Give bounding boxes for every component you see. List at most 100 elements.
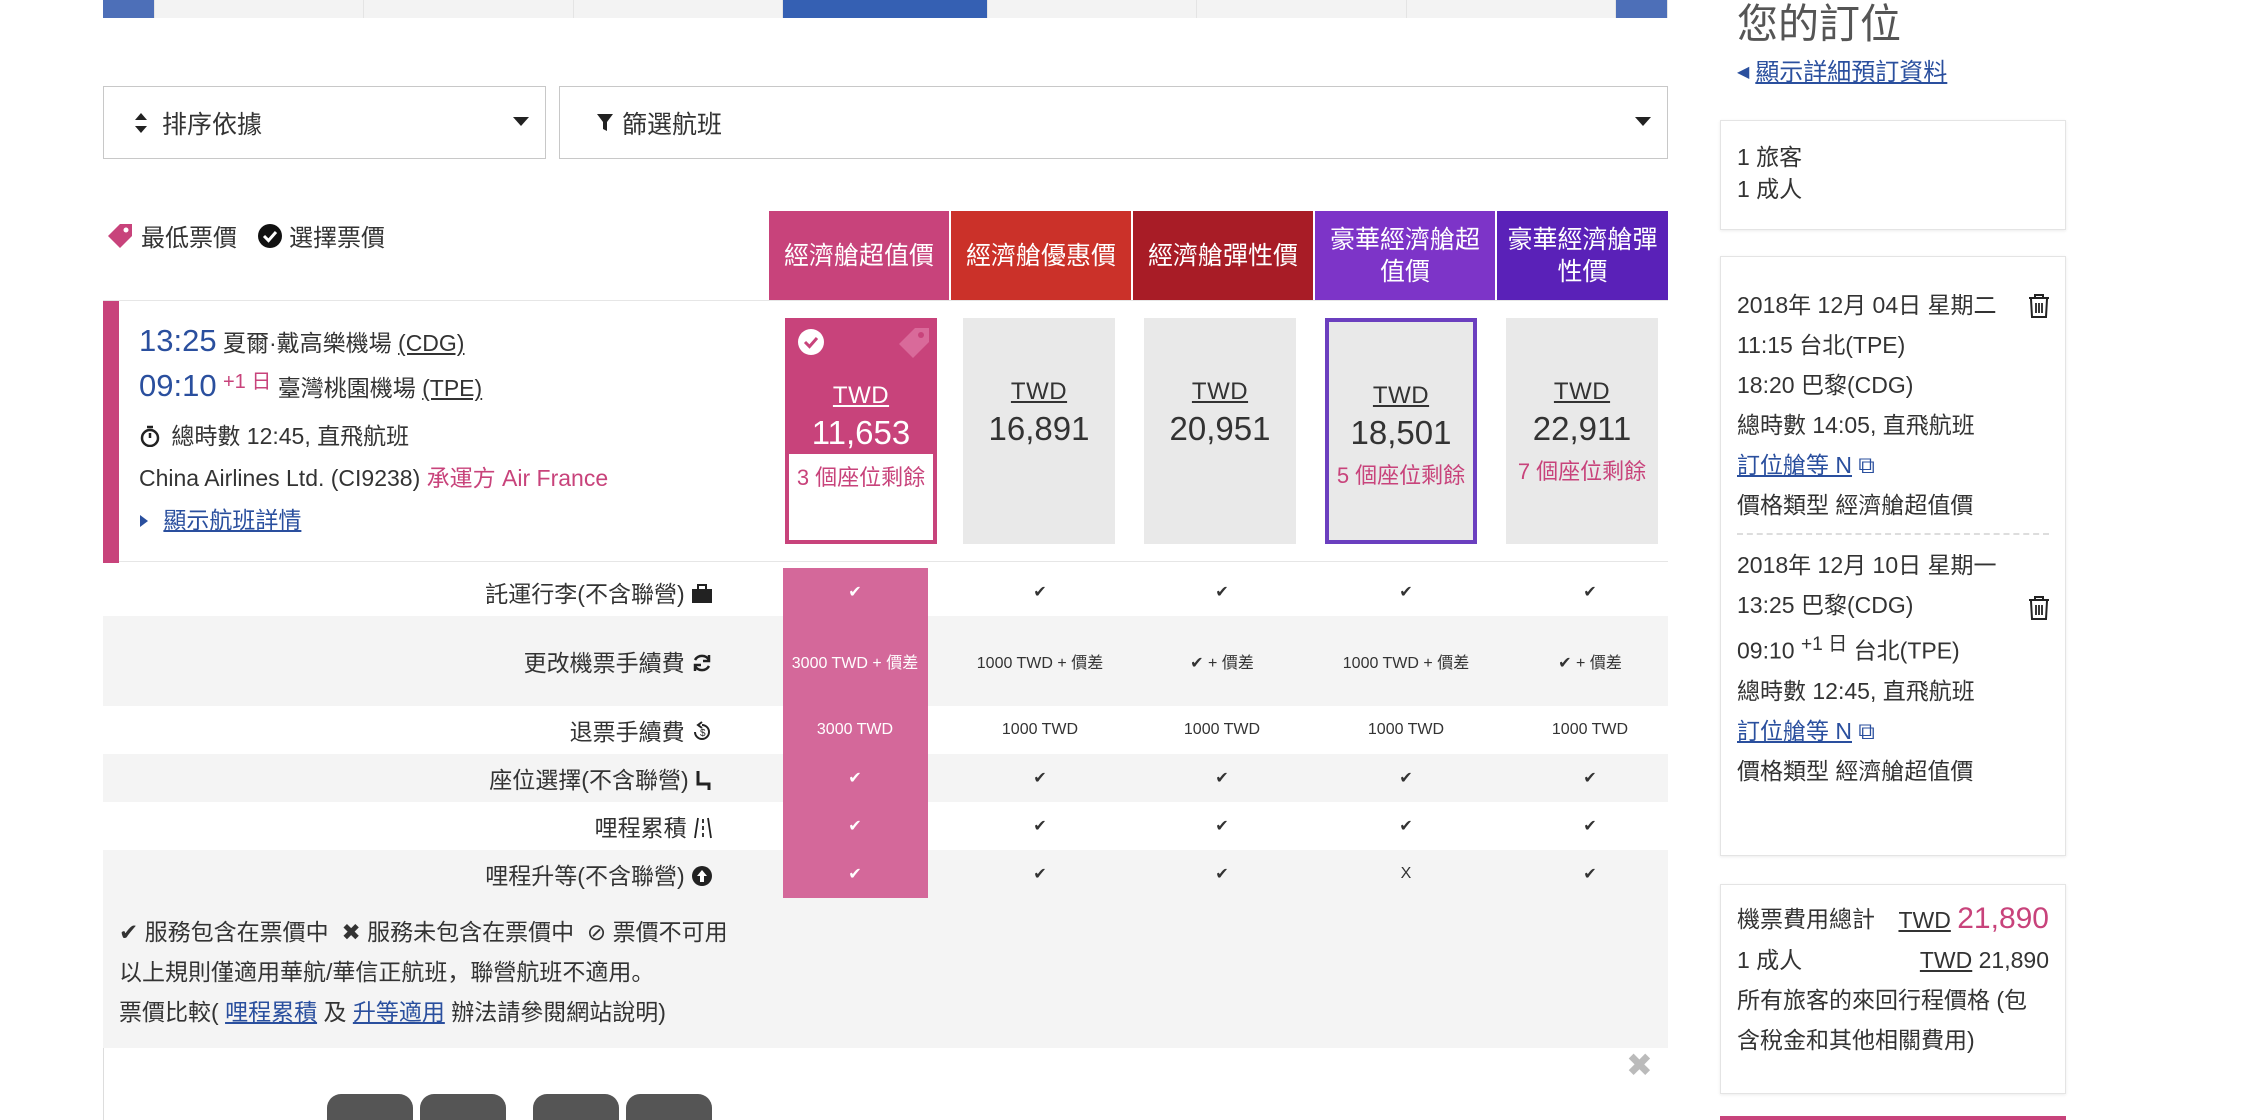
travelers-card: 1 旅客 1 成人 [1720, 120, 2066, 230]
segment-duration: 總時數 12:45, 直飛航班 [1737, 677, 1975, 704]
date-strip-day[interactable] [988, 0, 1198, 18]
total-label: 機票費用總計 [1737, 906, 1875, 932]
flight-arrive-line: 09:10 +1 日 臺灣桃園機場 (TPE) [139, 365, 482, 404]
legend-selected-fare: 選擇票價 [289, 225, 385, 252]
arrive-airport: 臺灣桃園機場 [277, 375, 416, 401]
itinerary-card: 2018年 12月 04日 星期二 11:15 台北(TPE) 18:20 巴黎… [1720, 256, 2066, 856]
arrow-up-circle-icon [692, 866, 712, 886]
segment-class[interactable]: 訂位艙等 N ⧉ [1737, 445, 2049, 485]
feature-value: 3000 TWD [816, 721, 894, 738]
check-circle-icon [258, 223, 282, 248]
feature-value: ✔ [1583, 866, 1597, 883]
flight-details-toggle[interactable]: 顯示航班詳情 [139, 501, 301, 535]
fare-seats-left: 5 個座位剩餘 [1336, 463, 1466, 488]
depart-airport: 夏爾·戴高樂機場 [222, 330, 392, 356]
feature-value: 1000 TWD [1001, 721, 1079, 738]
flight-details-link[interactable]: 顯示航班詳情 [163, 507, 301, 533]
trash-icon[interactable] [2027, 595, 2051, 621]
feature-value: ✔ [848, 818, 862, 835]
booking-class-link[interactable]: 訂位艙等 N [1737, 718, 1852, 744]
feature-value: 1000 TWD [1551, 721, 1629, 738]
fare-header-economy-basic: 經濟艙優惠價 [951, 211, 1131, 301]
segment-depart: 11:15 台北(TPE) [1737, 332, 1906, 358]
tag-icon [899, 328, 929, 358]
feature-label: 哩程升等(不含聯營) [103, 857, 743, 891]
filter-dropdown[interactable]: 篩選航班 [559, 86, 1668, 159]
seat-image [327, 1094, 413, 1120]
depart-time: 13:25 [139, 323, 217, 358]
feature-label: 更改機票手續費 [103, 644, 743, 678]
segment-date: 2018年 12月 04日 星期二 [1737, 292, 1997, 318]
segment-arrive-city: 台北(TPE) [1853, 637, 1960, 664]
adults-count: 1 成人 [1737, 176, 1803, 202]
svg-text:$: $ [700, 728, 706, 739]
caret-left-icon: ◀ [1737, 64, 1750, 81]
fare-currency: TWD [1191, 378, 1249, 405]
fare-seats-left: 3 個座位剩餘 [789, 454, 933, 540]
sort-dropdown[interactable]: 排序依據 [103, 86, 546, 159]
legend-lowest-fare: 最低票價 [141, 225, 237, 252]
date-strip-prev[interactable] [103, 0, 155, 18]
close-icon[interactable]: ✖ [1626, 1046, 1653, 1084]
continue-bar[interactable] [1720, 1116, 2066, 1120]
feature-value: ✔ [848, 770, 862, 787]
upgrade-link[interactable]: 升等適用 [353, 999, 445, 1025]
segment-class[interactable]: 訂位艙等 N ⧉ [1737, 711, 2049, 751]
booking-details-link[interactable]: 顯示詳細預訂資料 [1755, 59, 1947, 86]
miles-link[interactable]: 哩程累積 [225, 999, 317, 1025]
fare-header-economy-flex: 經濟艙彈性價 [1133, 211, 1313, 301]
fare-cell-economy-flex[interactable]: TWD 20,951 [1144, 318, 1296, 544]
feature-value: ✔ [1215, 866, 1229, 883]
fare-currency: TWD [832, 382, 890, 409]
depart-code: (CDG) [398, 330, 465, 356]
trash-icon[interactable] [2027, 293, 2051, 319]
fare-cell-premium-saver[interactable]: TWD 18,501 5 個座位剩餘 [1325, 318, 1477, 544]
arrive-code: (TPE) [422, 375, 483, 401]
feature-value: ✔ [1033, 770, 1047, 787]
date-strip-day[interactable] [364, 0, 574, 18]
feature-value: ✔ [1215, 770, 1229, 787]
adult-label: 1 成人 [1737, 947, 1803, 973]
segment-depart: 13:25 巴黎(CDG) [1737, 592, 1914, 618]
footnote-included: 服務包含在票價中 [144, 919, 329, 945]
feature-value: X [1400, 865, 1412, 882]
date-strip [103, 0, 1668, 18]
seat-icon [696, 771, 711, 790]
operated-by: 承運方 Air France [426, 465, 609, 491]
date-strip-day[interactable] [1407, 0, 1616, 18]
fare-amount: 22,911 [1532, 410, 1632, 447]
date-strip-next[interactable] [1615, 0, 1668, 18]
feature-value: 3000 TWD + 價差 [791, 655, 919, 672]
booking-details-toggle[interactable]: ◀ 顯示詳細預訂資料 [1737, 52, 1947, 87]
date-strip-day[interactable] [155, 0, 365, 18]
fare-cell-premium-flex[interactable]: TWD 22,911 7 個座位剩餘 [1506, 318, 1658, 544]
feature-value: ✔ [1399, 770, 1413, 787]
fare-cell-economy-basic[interactable]: TWD 16,891 [963, 318, 1115, 544]
fare-amount: 16,891 [988, 410, 1090, 447]
date-strip-day[interactable] [1197, 0, 1407, 18]
fare-currency: TWD [1553, 378, 1611, 405]
check-icon: ✔ [119, 919, 139, 945]
feature-value: ✔ + 價差 [1558, 655, 1622, 672]
feature-value: ✔ + 價差 [1190, 655, 1254, 672]
booking-class-link[interactable]: 訂位艙等 N [1737, 452, 1852, 478]
tag-icon [108, 223, 132, 248]
segment-fare-type: 價格類型 經濟艙超值價 [1737, 757, 1974, 784]
fare-cell-economy-saver[interactable]: TWD 11,653 3 個座位剩餘 [785, 318, 937, 544]
adult-amount: 21,890 [1978, 947, 2049, 973]
fare-currency: TWD [1010, 378, 1068, 405]
page: 排序依據 篩選航班 最低票價 選擇票價 經濟艙超值價 經濟艙優惠價 經濟艙彈性價… [0, 0, 2252, 1120]
feature-value: ✔ [1583, 770, 1597, 787]
date-strip-day[interactable] [574, 0, 783, 18]
seat-image [626, 1094, 712, 1120]
flight-duration-line: 總時數 12:45, 直飛航班 [139, 417, 409, 451]
date-strip-day-selected[interactable] [782, 0, 988, 18]
segment-fare-type: 價格類型 經濟艙超值價 [1737, 492, 1974, 518]
footnote-compare-prefix: 票價比較( [119, 999, 219, 1025]
suitcase-icon [692, 584, 712, 603]
segment-arrive-time: 09:10 [1737, 637, 1795, 664]
flight-carrier-line: China Airlines Ltd. (CI9238) 承運方 Air Fra… [139, 459, 608, 493]
fare-legend: 最低票價 選擇票價 [105, 218, 385, 253]
footnote-compare: 票價比較( 哩程累積 及 升等適用 辦法請參閱網站說明) [119, 992, 1652, 1032]
feature-value: ✔ [1033, 866, 1047, 883]
